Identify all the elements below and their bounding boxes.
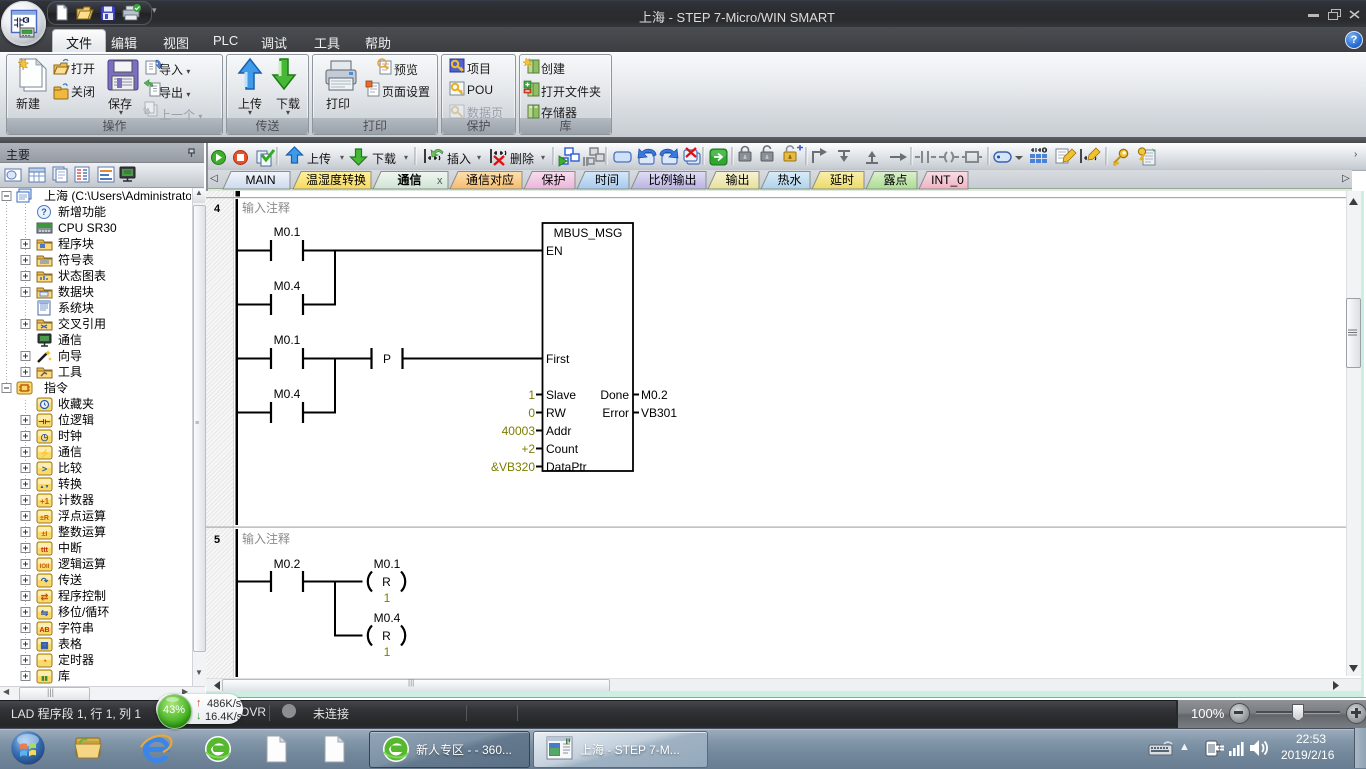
svg-text:x: x bbox=[437, 175, 443, 187]
svg-text:⊣⊢: ⊣⊢ bbox=[38, 418, 50, 426]
svg-text:>: > bbox=[42, 464, 47, 474]
svg-text:输入注释: 输入注释 bbox=[242, 531, 290, 546]
svg-text:M0.4: M0.4 bbox=[274, 387, 301, 401]
svg-text:输入注释: 输入注释 bbox=[242, 200, 290, 215]
svg-text:Error: Error bbox=[602, 406, 629, 420]
svg-text:&VB320: &VB320 bbox=[491, 460, 535, 474]
svg-text:IOII: IOII bbox=[40, 564, 50, 570]
svg-text:INT_0: INT_0 bbox=[931, 173, 964, 187]
svg-text:输出: 输出 bbox=[725, 172, 749, 187]
svg-text:M0.4: M0.4 bbox=[274, 279, 301, 293]
svg-text:Addr: Addr bbox=[546, 424, 571, 438]
svg-text:↷: ↷ bbox=[41, 576, 49, 586]
svg-text:M0.1: M0.1 bbox=[274, 333, 301, 347]
svg-text:±R: ±R bbox=[40, 515, 49, 522]
svg-text:Count: Count bbox=[546, 442, 579, 456]
svg-text:Done: Done bbox=[600, 388, 629, 402]
svg-text:M0.1: M0.1 bbox=[274, 225, 301, 239]
svg-text:1: 1 bbox=[384, 591, 391, 605]
svg-text:时间: 时间 bbox=[595, 173, 619, 187]
svg-text:+1: +1 bbox=[40, 497, 50, 506]
svg-text:First: First bbox=[546, 352, 570, 366]
svg-text:EN: EN bbox=[546, 244, 563, 258]
svg-text:ttt: ttt bbox=[41, 547, 49, 554]
svg-text:RW: RW bbox=[546, 406, 566, 420]
svg-text:热水: 热水 bbox=[777, 173, 801, 187]
svg-text:40003: 40003 bbox=[502, 424, 536, 438]
svg-text:⇄: ⇄ bbox=[41, 592, 49, 602]
svg-text:▦: ▦ bbox=[40, 640, 49, 650]
svg-text:MBUS_MSG: MBUS_MSG bbox=[554, 226, 623, 240]
svg-text:VB301: VB301 bbox=[641, 406, 677, 420]
svg-text:⇋: ⇋ bbox=[41, 608, 49, 618]
svg-text:DataPtr: DataPtr bbox=[546, 460, 587, 474]
svg-text:±I: ±I bbox=[42, 531, 48, 538]
svg-text:+2: +2 bbox=[521, 442, 535, 456]
svg-text:◷: ◷ bbox=[41, 432, 49, 442]
svg-text:⚡: ⚡ bbox=[40, 448, 50, 458]
svg-text:MAIN: MAIN bbox=[246, 173, 276, 187]
svg-text:露点: 露点 bbox=[883, 173, 907, 187]
svg-text:P: P bbox=[383, 352, 391, 366]
svg-text:M0.2: M0.2 bbox=[641, 388, 668, 402]
svg-text:0: 0 bbox=[528, 406, 535, 420]
svg-text:?: ? bbox=[41, 207, 47, 217]
svg-text:5: 5 bbox=[214, 534, 220, 546]
svg-text:Slave: Slave bbox=[546, 388, 576, 402]
svg-text:▲▼: ▲▼ bbox=[40, 484, 50, 490]
svg-text:M0.1: M0.1 bbox=[374, 557, 401, 571]
svg-text:通信对应: 通信对应 bbox=[466, 172, 514, 187]
svg-text:▮▮: ▮▮ bbox=[41, 676, 48, 682]
svg-text:通信: 通信 bbox=[397, 172, 421, 187]
svg-text:M0.4: M0.4 bbox=[374, 611, 401, 625]
svg-text:◔: ◔ bbox=[42, 656, 47, 666]
svg-text:保护: 保护 bbox=[541, 173, 565, 187]
svg-text:温湿度转换: 温湿度转换 bbox=[306, 172, 366, 187]
svg-text:M0.2: M0.2 bbox=[274, 557, 301, 571]
svg-text:R: R bbox=[382, 629, 391, 643]
svg-text:1: 1 bbox=[528, 388, 535, 402]
svg-text:4: 4 bbox=[214, 203, 221, 215]
svg-text:比例输出: 比例输出 bbox=[648, 172, 696, 187]
svg-text:AB: AB bbox=[39, 627, 49, 634]
svg-text:延时: 延时 bbox=[830, 173, 854, 187]
svg-text:1: 1 bbox=[384, 645, 391, 659]
svg-text:R: R bbox=[382, 575, 391, 589]
